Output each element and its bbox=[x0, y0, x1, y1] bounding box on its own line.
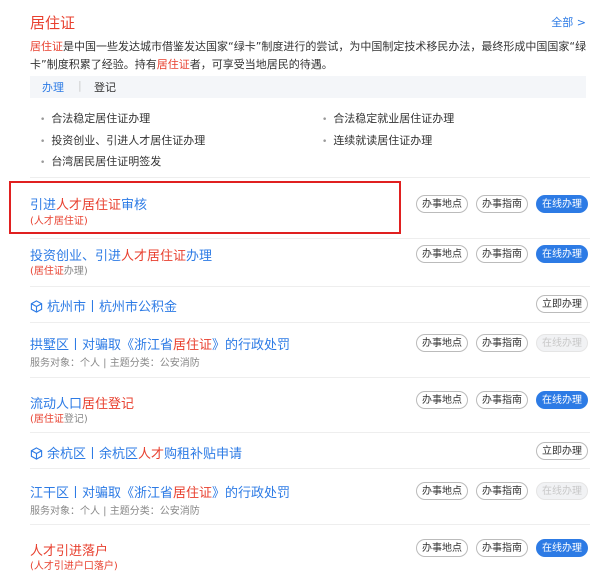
service-row: 投资创业、引进人才居住证办理 (居住证办理) 办事地点 办事指南 在线办理 bbox=[30, 240, 590, 286]
guide-button[interactable]: 办事指南 bbox=[476, 539, 528, 557]
divider bbox=[30, 286, 590, 287]
location-button[interactable]: 办事地点 bbox=[416, 482, 468, 500]
title-part: 》的行政处罚 bbox=[212, 338, 291, 353]
title-part: 江干区丨对骗取《浙江省 bbox=[30, 486, 174, 501]
service-row: 拱墅区丨对骗取《浙江省居住证》的行政处罚 服务对象：个人 | 主题分类：公安消防… bbox=[30, 324, 590, 372]
subline-highlight: (居住证 bbox=[30, 266, 64, 277]
service-row: 杭州市丨杭州市公积金 立即办理 bbox=[30, 288, 590, 320]
service-row: 流动人口居住登记 (居住证登记) 办事地点 办事指南 在线办理 bbox=[30, 378, 590, 428]
service-title[interactable]: 拱墅区丨对骗取《浙江省居住证》的行政处罚 bbox=[30, 334, 290, 353]
service-title[interactable]: 杭州市丨杭州市公积金 bbox=[30, 296, 177, 315]
apply-online-button[interactable]: 在线办理 bbox=[536, 539, 588, 557]
subitem-link[interactable]: 台湾居民居住证明签发 bbox=[40, 153, 161, 169]
service-subline: (居住证办理) bbox=[30, 262, 88, 277]
title-highlight: 居住证 bbox=[173, 338, 213, 353]
subitem-link[interactable]: 连续就读居住证办理 bbox=[322, 132, 432, 148]
service-row: 江干区丨对骗取《浙江省居住证》的行政处罚 服务对象：个人 | 主题分类：公安消防… bbox=[30, 470, 590, 518]
divider bbox=[30, 468, 590, 469]
title-highlight: 居住登记 bbox=[82, 397, 135, 412]
subline-text: 登记) bbox=[63, 414, 88, 425]
description: 居住证是中国一些发达城市借鉴发达国家“绿卡”制度进行的尝试，为中国制定技术移民办… bbox=[30, 38, 590, 74]
title-highlight: 人才居住证 bbox=[121, 249, 187, 264]
guide-button[interactable]: 办事指南 bbox=[476, 482, 528, 500]
tab-register[interactable]: 登记 bbox=[94, 79, 116, 95]
desc-text-2: 者，可享受当地居民的待遇。 bbox=[189, 58, 333, 71]
title-part: 拱墅区丨对骗取《浙江省 bbox=[30, 338, 174, 353]
cube-icon bbox=[30, 300, 43, 313]
highlight-box bbox=[9, 181, 401, 234]
title-part: 购租补贴申请 bbox=[164, 447, 243, 462]
apply-online-button[interactable]: 在线办理 bbox=[536, 195, 588, 213]
location-button[interactable]: 办事地点 bbox=[416, 195, 468, 213]
divider bbox=[30, 322, 590, 323]
guide-button[interactable]: 办事指南 bbox=[476, 391, 528, 409]
service-subline: 服务对象：个人 | 主题分类：公安消防 bbox=[30, 354, 200, 369]
divider bbox=[30, 432, 590, 433]
title-highlight: 居住证 bbox=[173, 486, 213, 501]
service-subline: (居住证登记) bbox=[30, 410, 88, 425]
subline-text: 服务对象：个人 | 主题分类：公安消防 bbox=[30, 506, 200, 517]
divider bbox=[30, 177, 590, 178]
service-subline: (人才引进户口落户) bbox=[30, 557, 118, 572]
apply-online-button[interactable]: 在线办理 bbox=[536, 391, 588, 409]
guide-button[interactable]: 办事指南 bbox=[476, 245, 528, 263]
subitem-link[interactable]: 投资创业、引进人才居住证办理 bbox=[40, 132, 205, 148]
subline-highlight: (居住证 bbox=[30, 414, 64, 425]
service-title[interactable]: 余杭区丨余杭区人才购租补贴申请 bbox=[30, 443, 242, 462]
apply-online-button-disabled: 在线办理 bbox=[536, 334, 588, 352]
guide-button[interactable]: 办事指南 bbox=[476, 334, 528, 352]
service-title[interactable]: 江干区丨对骗取《浙江省居住证》的行政处罚 bbox=[30, 482, 290, 501]
subitem-link[interactable]: 合法稳定居住证办理 bbox=[40, 110, 150, 126]
header: 居住证 全部 > bbox=[30, 12, 586, 32]
handle-now-button[interactable]: 立即办理 bbox=[536, 295, 588, 313]
divider bbox=[30, 238, 590, 239]
tab-separator: | bbox=[78, 79, 82, 92]
cube-icon bbox=[30, 447, 43, 460]
subline-highlight: (人才引进户口落户) bbox=[30, 561, 118, 572]
view-all-link[interactable]: 全部 > bbox=[551, 14, 586, 30]
apply-online-button-disabled: 在线办理 bbox=[536, 482, 588, 500]
service-row: 余杭区丨余杭区人才购租补贴申请 立即办理 bbox=[30, 434, 590, 466]
title-part: 杭州市丨杭州市公积金 bbox=[47, 300, 178, 315]
location-button[interactable]: 办事地点 bbox=[416, 245, 468, 263]
tab-bar: 办理 | 登记 bbox=[30, 76, 586, 98]
location-button[interactable]: 办事地点 bbox=[416, 539, 468, 557]
title-highlight: 人才 bbox=[138, 447, 165, 462]
location-button[interactable]: 办事地点 bbox=[416, 334, 468, 352]
section-title: 居住证 bbox=[30, 14, 76, 32]
subline-text: 服务对象：个人 | 主题分类：公安消防 bbox=[30, 358, 200, 369]
guide-button[interactable]: 办事指南 bbox=[476, 195, 528, 213]
tab-handle[interactable]: 办理 bbox=[42, 79, 64, 95]
location-button[interactable]: 办事地点 bbox=[416, 391, 468, 409]
subitem-link[interactable]: 合法稳定就业居住证办理 bbox=[322, 110, 454, 126]
apply-online-button[interactable]: 在线办理 bbox=[536, 245, 588, 263]
service-row: 人才引进落户 (人才引进户口落户) 办事地点 办事指南 在线办理 bbox=[30, 526, 590, 576]
title-part: 办理 bbox=[186, 249, 213, 264]
desc-highlight-1: 居住证 bbox=[30, 40, 63, 53]
handle-now-button[interactable]: 立即办理 bbox=[536, 442, 588, 460]
title-part: 余杭区丨余杭区 bbox=[47, 447, 139, 462]
title-part: 》的行政处罚 bbox=[212, 486, 291, 501]
service-subline: 服务对象：个人 | 主题分类：公安消防 bbox=[30, 502, 200, 517]
divider bbox=[30, 524, 590, 525]
desc-highlight-2: 居住证 bbox=[156, 58, 190, 71]
subline-text: 办理) bbox=[63, 266, 88, 277]
